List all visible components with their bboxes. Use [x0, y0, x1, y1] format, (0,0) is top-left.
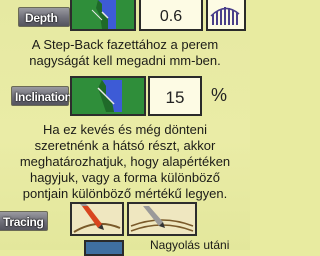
screen: Depth 0.6 A Step-Back fazettához a perem… — [0, 0, 250, 256]
inclination-profile-icon — [72, 78, 144, 114]
depth-value: 0.6 — [159, 8, 183, 25]
inclination-unit: % — [211, 85, 228, 105]
tracing-stylus-alt-icon — [129, 204, 195, 234]
inclination-label: Inclination — [11, 86, 72, 106]
depth-profile-button[interactable] — [70, 0, 136, 31]
bottom-option-button[interactable] — [84, 240, 124, 256]
depth-profile-icon — [72, 0, 134, 29]
depth-label: Depth — [18, 7, 70, 27]
tracing-option-2-button[interactable] — [127, 202, 197, 236]
inclination-value-field[interactable]: 15 — [148, 76, 202, 116]
inclination-value: 15 — [165, 88, 185, 107]
tracing-label: Tracing — [0, 211, 48, 231]
depth-chart-button[interactable] — [206, 0, 246, 31]
bar-chart-icon — [208, 0, 244, 29]
tracing-stylus-icon — [72, 204, 122, 234]
depth-value-field[interactable]: 0.6 — [139, 0, 203, 31]
tracing-option-1-button[interactable] — [70, 202, 124, 236]
step-back-description: A Step-Back fazettához a perem nagyságát… — [29, 37, 221, 68]
inclination-profile-button[interactable] — [70, 76, 146, 116]
inclination-description: Ha ez kevés és még dönteni szeretnénk a … — [19, 122, 231, 201]
